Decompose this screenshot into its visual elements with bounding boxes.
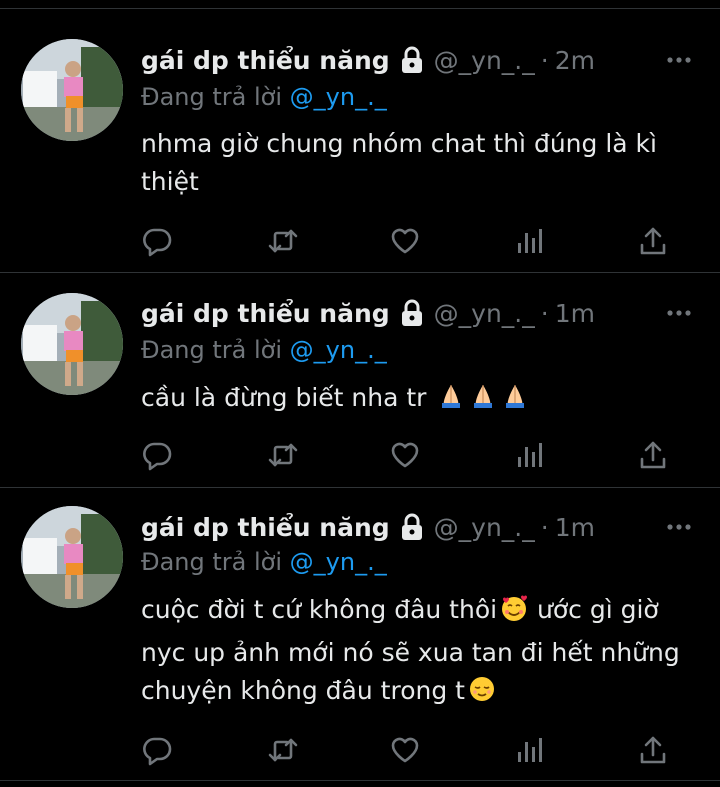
tweet[interactable]: gái dp thiểu năng @_yn_._ · 1m Đang trả …	[0, 488, 720, 787]
tweet-header: gái dp thiểu năng @_yn_._ · 1m	[141, 295, 595, 331]
tweet-text-segment: cuộc đời t cứ không đâu thôi	[141, 595, 498, 624]
author-handle[interactable]: @_yn_._	[434, 46, 535, 75]
folded-hands-emoji	[436, 381, 466, 422]
tweet-line: cuộc đời t cứ không đâu thôi ước gì giờ	[141, 591, 701, 634]
reply-context: Đang trả lời @_yn_._	[141, 548, 387, 576]
tweet-line: chuyện không đâu trong t	[141, 672, 701, 715]
separator-dot: ·	[540, 45, 549, 75]
tweet-text: nhma giờ chung nhóm chat thì đúng là kì …	[141, 125, 701, 201]
reply-mention[interactable]: @_yn_._	[290, 83, 387, 111]
tweet[interactable]: gái dp thiểu năng @_yn_._ · 1m Đang trả …	[0, 273, 720, 488]
timestamp[interactable]: 2m	[555, 46, 595, 75]
timestamp[interactable]: 1m	[555, 299, 595, 328]
reply-icon[interactable]	[141, 225, 173, 257]
views-icon[interactable]	[513, 439, 545, 471]
reply-prefix: Đang trả lời	[141, 548, 283, 576]
more-dots-icon[interactable]	[666, 514, 692, 540]
smiling-face-with-hearts-emoji	[499, 593, 529, 634]
author-name[interactable]: gái dp thiểu năng	[141, 513, 390, 542]
lock-icon	[400, 513, 424, 541]
share-icon[interactable]	[637, 439, 669, 471]
views-icon[interactable]	[513, 734, 545, 766]
share-icon[interactable]	[637, 734, 669, 766]
separator-dot: ·	[540, 512, 549, 542]
tweet-line: nhma giờ chung nhóm chat thì đúng là kì	[141, 129, 657, 158]
avatar[interactable]	[21, 506, 123, 608]
relieved-face-emoji	[467, 674, 497, 715]
tweet-divider	[0, 780, 720, 781]
avatar[interactable]	[21, 39, 123, 141]
retweet-icon[interactable]	[267, 734, 299, 766]
tweet-text-segment: chuyện không đâu trong t	[141, 676, 465, 705]
reply-icon[interactable]	[141, 439, 173, 471]
action-bar	[141, 439, 681, 471]
action-bar	[141, 225, 681, 257]
more-dots-icon[interactable]	[666, 300, 692, 326]
reply-context: Đang trả lời @_yn_._	[141, 83, 387, 111]
tweet-line: nyc up ảnh mới nó sẽ xua tan đi hết nhữn…	[141, 638, 680, 667]
folded-hands-emoji	[500, 381, 530, 422]
tweet-text: cuộc đời t cứ không đâu thôi ước gì giờ …	[141, 591, 701, 715]
reply-prefix: Đang trả lời	[141, 83, 283, 111]
like-icon[interactable]	[389, 225, 421, 257]
tweet-text-segment: ước gì giờ	[529, 595, 659, 624]
tweet-header: gái dp thiểu năng @_yn_._ · 2m	[141, 42, 595, 78]
folded-hands-emoji	[468, 381, 498, 422]
lock-icon	[400, 46, 424, 74]
tweet-text: cầu là đừng biết nha tr	[141, 379, 701, 422]
like-icon[interactable]	[389, 439, 421, 471]
avatar[interactable]	[21, 293, 123, 395]
reply-context: Đang trả lời @_yn_._	[141, 336, 387, 364]
views-icon[interactable]	[513, 225, 545, 257]
author-handle[interactable]: @_yn_._	[434, 513, 535, 542]
share-icon[interactable]	[637, 225, 669, 257]
reply-mention[interactable]: @_yn_._	[290, 548, 387, 576]
author-handle[interactable]: @_yn_._	[434, 299, 535, 328]
more-dots-icon[interactable]	[666, 47, 692, 73]
like-icon[interactable]	[389, 734, 421, 766]
tweet[interactable]: gái dp thiểu năng @_yn_._ · 2m Đang trả …	[0, 9, 720, 273]
retweet-icon[interactable]	[267, 225, 299, 257]
timestamp[interactable]: 1m	[555, 513, 595, 542]
reply-mention[interactable]: @_yn_._	[290, 336, 387, 364]
tweet-line: cầu là đừng biết nha tr	[141, 383, 427, 412]
tweet-line: thiệt	[141, 167, 199, 196]
separator-dot: ·	[540, 298, 549, 328]
action-bar	[141, 734, 681, 766]
author-name[interactable]: gái dp thiểu năng	[141, 46, 390, 75]
lock-icon	[400, 299, 424, 327]
tweet-header: gái dp thiểu năng @_yn_._ · 1m	[141, 509, 595, 545]
reply-prefix: Đang trả lời	[141, 336, 283, 364]
retweet-icon[interactable]	[267, 439, 299, 471]
reply-icon[interactable]	[141, 734, 173, 766]
author-name[interactable]: gái dp thiểu năng	[141, 299, 390, 328]
